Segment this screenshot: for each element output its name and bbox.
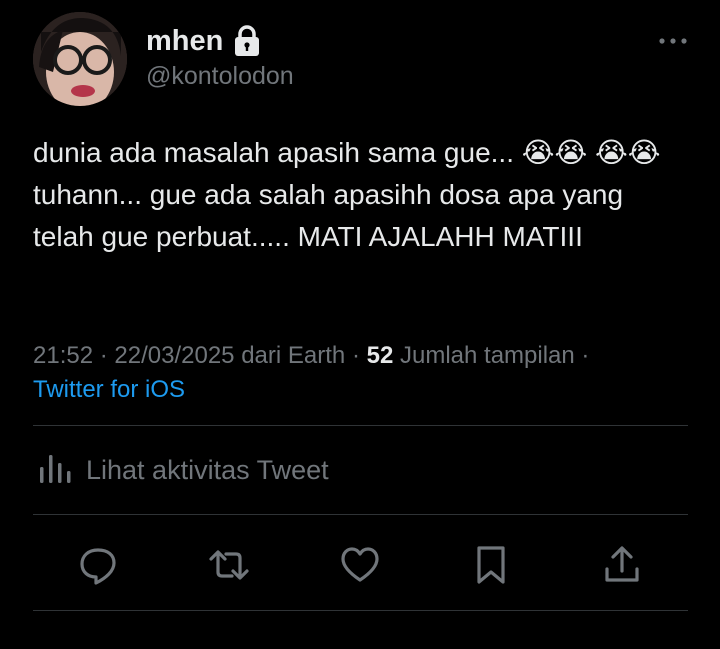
meta-separator: · bbox=[581, 342, 590, 369]
tweet-activity-label: Lihat aktivitas Tweet bbox=[86, 454, 329, 485]
tweet-activity-link[interactable]: Lihat aktivitas Tweet bbox=[38, 450, 329, 490]
avatar[interactable] bbox=[33, 12, 127, 106]
meta-separator: · bbox=[351, 342, 360, 369]
author-name-row: mhen bbox=[146, 22, 261, 60]
share-icon bbox=[605, 546, 639, 582]
author-handle[interactable]: @kontolodon bbox=[146, 62, 294, 91]
tweet-location: dari Earth bbox=[241, 342, 346, 369]
reply-icon bbox=[80, 548, 116, 585]
divider bbox=[33, 425, 688, 426]
tweet-source-link[interactable]: Twitter for iOS bbox=[33, 376, 185, 403]
tweet-time[interactable]: 21:52 bbox=[33, 342, 93, 369]
analytics-bars-icon bbox=[38, 451, 74, 490]
meta-separator: · bbox=[99, 342, 108, 369]
reply-button[interactable] bbox=[73, 540, 123, 590]
retweet-icon bbox=[209, 550, 249, 580]
views-label: Jumlah tampilan bbox=[399, 342, 575, 369]
more-options-icon[interactable] bbox=[656, 31, 690, 51]
like-button[interactable] bbox=[335, 540, 385, 590]
divider bbox=[33, 610, 688, 611]
tweet-meta: 21:52 · 22/03/2025 dari Earth · 52 Jumla… bbox=[33, 339, 688, 407]
share-button[interactable] bbox=[597, 540, 647, 590]
retweet-button[interactable] bbox=[204, 540, 254, 590]
views-count: 52 bbox=[366, 342, 394, 369]
avatar-photo bbox=[33, 12, 127, 106]
author-display-name[interactable]: mhen bbox=[146, 25, 223, 58]
tweet-date[interactable]: 22/03/2025 bbox=[114, 342, 234, 369]
lock-icon bbox=[233, 24, 261, 58]
heart-icon bbox=[341, 547, 379, 582]
divider bbox=[33, 514, 688, 515]
bookmark-icon bbox=[477, 546, 505, 584]
bookmark-button[interactable] bbox=[466, 540, 516, 590]
action-bar bbox=[73, 540, 653, 590]
tweet-text: dunia ada masalah apasih sama gue... 😭😭 … bbox=[33, 137, 661, 252]
